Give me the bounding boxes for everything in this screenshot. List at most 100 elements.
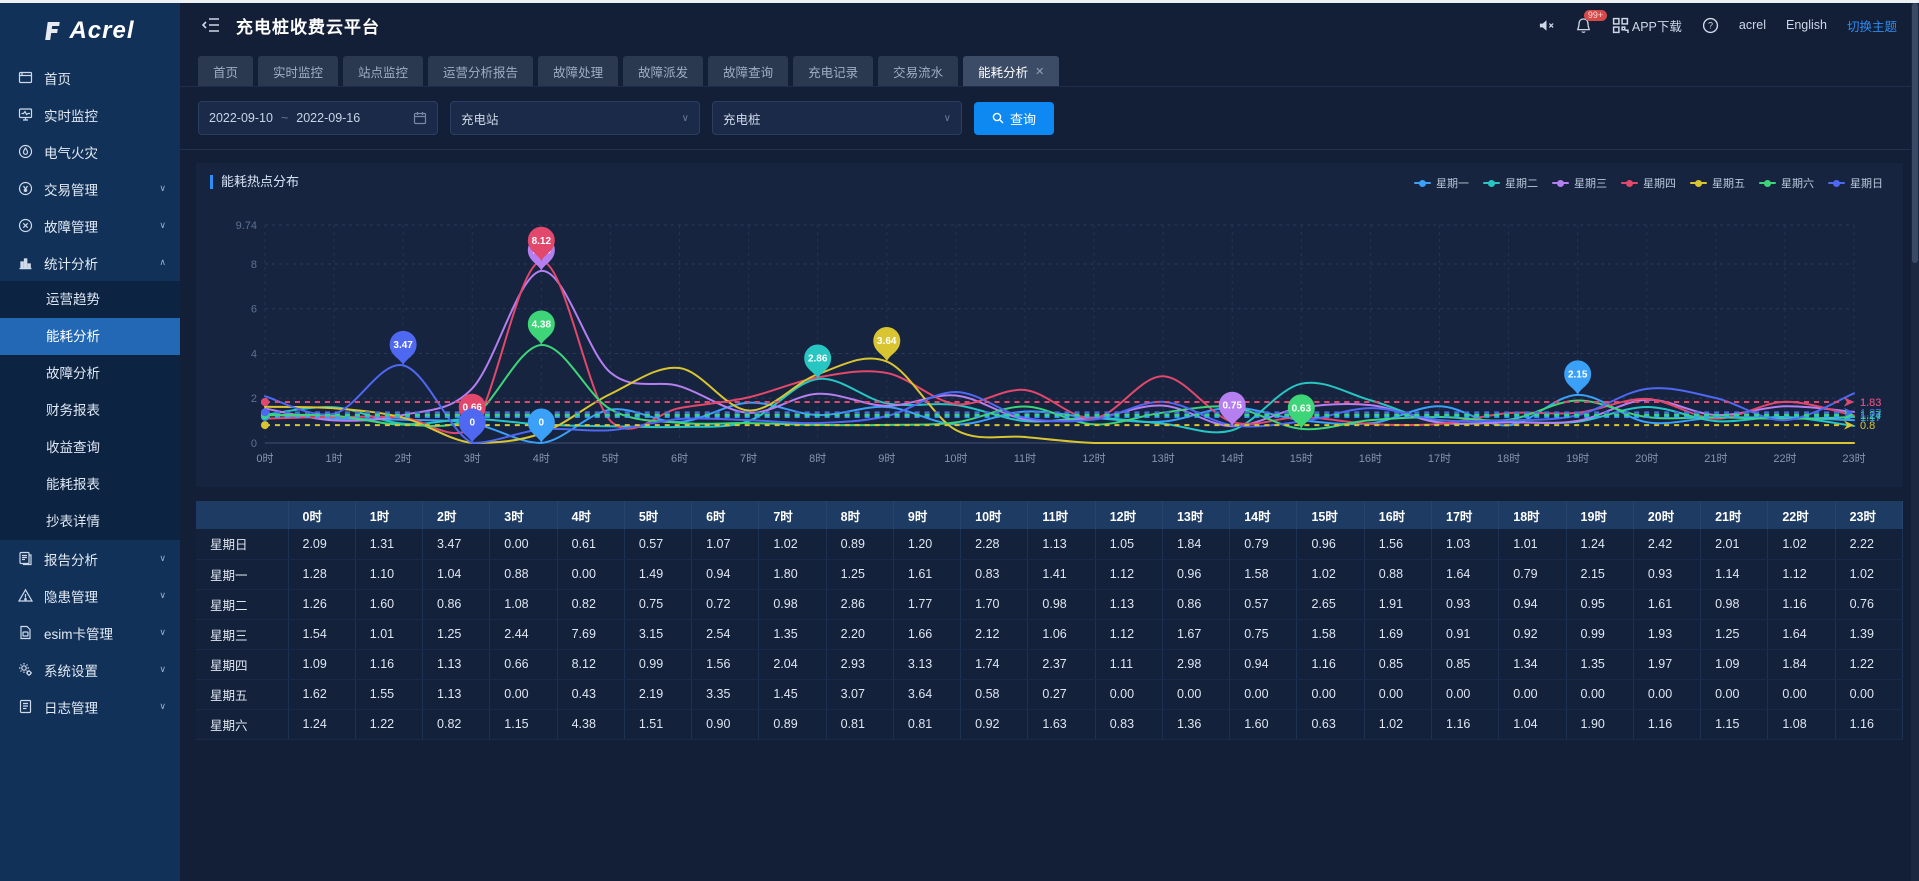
table-cell: 1.02 (1835, 559, 1902, 589)
legend-item-wed[interactable]: 星期三 (1552, 175, 1607, 191)
svg-text:14时: 14时 (1221, 452, 1244, 465)
tab-fault-query[interactable]: 故障查询 (708, 56, 788, 86)
tab-trade-flow[interactable]: 交易流水 (878, 56, 958, 86)
sidebar-item-log-mgmt[interactable]: 日志管理∨ (0, 688, 180, 725)
sidebar-item-electric-fire[interactable]: 电气火灾 (0, 133, 180, 170)
sim-icon (18, 625, 34, 641)
table-cell: 1.58 (1297, 619, 1364, 649)
table-cell: 1.13 (423, 649, 490, 679)
filter-bar: 2022-09-10 ~ 2022-09-16 充电站 ∨ 充电桩 ∨ 查询 (180, 87, 1919, 150)
table-cell: 1.13 (423, 679, 490, 709)
tab-site-monitor[interactable]: 站点监控 (343, 56, 423, 86)
sidebar-item-system-settings[interactable]: 系统设置∨ (0, 651, 180, 688)
table-cell: 1.16 (1835, 709, 1902, 739)
tab-operation-report[interactable]: 运营分析报告 (428, 56, 533, 86)
chart-markpoint: 4.38 (528, 310, 555, 345)
table-cell: 0.94 (1499, 589, 1566, 619)
table-cell: 1.31 (355, 529, 422, 559)
svg-text:7时: 7时 (740, 452, 757, 465)
pile-select[interactable]: 充电桩 ∨ (712, 101, 962, 135)
search-icon (992, 112, 1004, 124)
table-cell: 1.56 (1364, 529, 1431, 559)
mute-icon[interactable] (1538, 17, 1555, 34)
legend-marker (1483, 182, 1500, 184)
language-switch[interactable]: English (1786, 18, 1827, 32)
sidebar-item-stats-analysis[interactable]: 统计分析∧ (0, 244, 180, 281)
legend-item-tue[interactable]: 星期二 (1483, 175, 1538, 191)
legend-item-sun[interactable]: 星期日 (1828, 175, 1883, 191)
table-cell: 7.69 (557, 619, 624, 649)
tab-fault-handle[interactable]: 故障处理 (538, 56, 618, 86)
table-header-cell: 21时 (1701, 501, 1768, 529)
table-cell: 1.62 (288, 679, 355, 709)
svg-text:22时: 22时 (1773, 452, 1796, 465)
sidebar-item-label: 日志管理 (44, 697, 159, 717)
tab-energy-analysis[interactable]: 能耗分析 ✕ (963, 56, 1059, 86)
sidebar-item-home[interactable]: 首页 (0, 59, 180, 96)
app-download-button[interactable]: APP下载 (1612, 16, 1682, 35)
legend-item-mon[interactable]: 星期一 (1414, 175, 1469, 191)
table-cell: 1.26 (288, 589, 355, 619)
legend-item-thu[interactable]: 星期四 (1621, 175, 1676, 191)
sidebar-item-label: 首页 (44, 68, 166, 88)
table-cell: 0.00 (1297, 679, 1364, 709)
tab-fault-dispatch[interactable]: 故障派发 (623, 56, 703, 86)
chevron-down-icon: ∨ (159, 664, 166, 675)
table-cell: 0.76 (1835, 589, 1902, 619)
table-cell: 0.86 (1162, 589, 1229, 619)
table-cell: 2.42 (1633, 529, 1700, 559)
table-cell: 0.00 (557, 559, 624, 589)
table-cell: 1.39 (1835, 619, 1902, 649)
table-cell: 1.55 (355, 679, 422, 709)
sidebar-item-esim-mgmt[interactable]: esim卡管理∨ (0, 614, 180, 651)
table-cell: 0.43 (557, 679, 624, 709)
legend-marker (1552, 182, 1569, 184)
table-cell: 8.12 (557, 649, 624, 679)
scrollbar[interactable] (1911, 3, 1919, 881)
sidebar-subitem-operation-trend[interactable]: 运营趋势 (0, 281, 180, 318)
table-cell: 1.10 (355, 559, 422, 589)
tab-home[interactable]: 首页 (198, 56, 253, 86)
sidebar-subitem-energy-analysis[interactable]: 能耗分析 (0, 318, 180, 355)
sidebar-item-transaction-mgmt[interactable]: 交易管理∨ (0, 170, 180, 207)
legend-item-fri[interactable]: 星期五 (1690, 175, 1745, 191)
tab-label: 故障处理 (553, 62, 603, 81)
chart-markpoint: 0 (528, 409, 555, 444)
table-cell: 2.12 (961, 619, 1028, 649)
sidebar-item-report-analysis[interactable]: 报告分析∨ (0, 540, 180, 577)
sidebar-item-realtime-monitor[interactable]: 实时监控 (0, 96, 180, 133)
bell-icon[interactable]: 99+ (1575, 17, 1592, 34)
sidebar-item-fault-mgmt[interactable]: 故障管理∨ (0, 207, 180, 244)
username[interactable]: acrel (1739, 18, 1766, 32)
collapse-menu-icon[interactable] (202, 17, 220, 33)
table-cell: 1.25 (1701, 619, 1768, 649)
sidebar-subitem-finance-report[interactable]: 财务报表 (0, 392, 180, 429)
theme-switch-link[interactable]: 切换主题 (1847, 16, 1897, 35)
date-range-picker[interactable]: 2022-09-10 ~ 2022-09-16 (198, 101, 438, 135)
table-cell: 0.27 (1028, 679, 1095, 709)
tab-charge-record[interactable]: 充电记录 (793, 56, 873, 86)
legend-item-sat[interactable]: 星期六 (1759, 175, 1814, 191)
table-cell: 1.24 (288, 709, 355, 739)
sidebar-subitem-meter-detail[interactable]: 抄表详情 (0, 503, 180, 540)
help-icon[interactable]: ? (1702, 17, 1719, 34)
app-header: 充电桩收费云平台 99+ (180, 3, 1919, 47)
sidebar-subitem-fault-analysis[interactable]: 故障分析 (0, 355, 180, 392)
chevron-down-icon: ∨ (159, 701, 166, 712)
table-cell: 0.81 (893, 709, 960, 739)
tab-realtime[interactable]: 实时监控 (258, 56, 338, 86)
table-header-cell: 11时 (1028, 501, 1095, 529)
table-cell: 1.07 (692, 529, 759, 559)
sidebar-subitem-energy-report[interactable]: 能耗报表 (0, 466, 180, 503)
tab-label: 能耗分析 (978, 62, 1028, 81)
sidebar-subitem-revenue-query[interactable]: 收益查询 (0, 429, 180, 466)
close-icon[interactable]: ✕ (1035, 65, 1044, 78)
query-button[interactable]: 查询 (974, 102, 1054, 135)
table-cell: 0.85 (1364, 649, 1431, 679)
scrollbar-thumb[interactable] (1912, 3, 1918, 263)
table-header-row: 0时1时2时3时4时5时6时7时8时9时10时11时12时13时14时15时16… (196, 501, 1903, 529)
table-cell: 1.01 (355, 619, 422, 649)
sidebar-item-hazard-mgmt[interactable]: 隐患管理∨ (0, 577, 180, 614)
station-select[interactable]: 充电站 ∨ (450, 101, 700, 135)
table-cell: 1.64 (1768, 619, 1835, 649)
